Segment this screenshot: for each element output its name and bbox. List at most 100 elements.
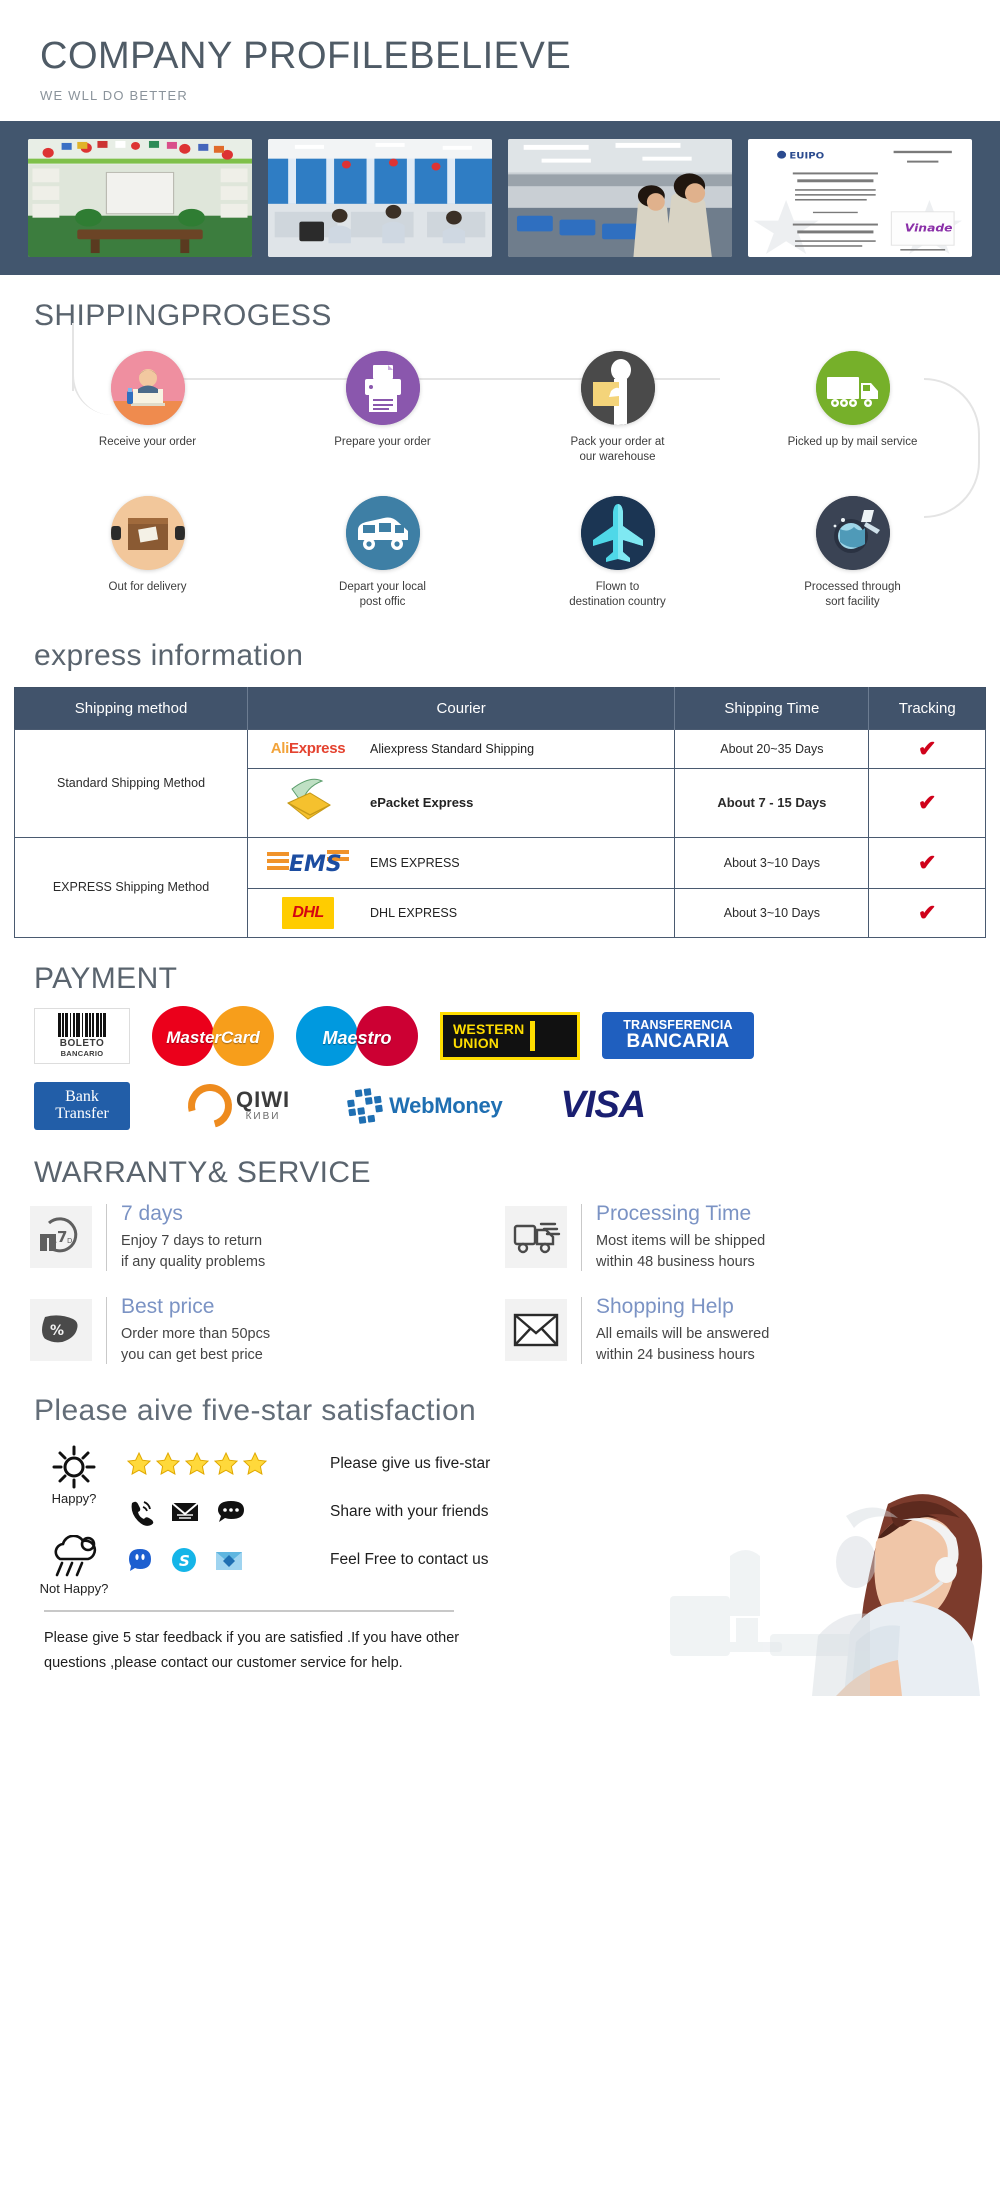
cell-shipping-method: EXPRESS Shipping Method [13, 836, 249, 938]
svg-text:EUIPO: EUIPO [789, 151, 824, 161]
boleto-line-1: BOLETO [59, 1038, 105, 1050]
express-information-title: express information [34, 638, 304, 672]
svg-text:Vinade: Vinade [905, 221, 953, 234]
cell-shipping-time: About 3~10 Days [674, 836, 870, 889]
courier-name: ePacket Express [370, 795, 474, 811]
warranty-item: Shopping Help All emails will be answere… [505, 1295, 970, 1366]
discount-percent-icon: % [30, 1299, 92, 1362]
svg-text:7: 7 [57, 1228, 67, 1246]
warranty-line-2: within 48 business hours [596, 1253, 755, 1270]
share-icons[interactable] [126, 1498, 316, 1526]
transferencia-bancaria-logo: TRANSFERENCIA BANCARIA [602, 1010, 754, 1062]
check-icon: ✔ [918, 789, 937, 815]
van-icon [345, 495, 420, 570]
sun-icon [52, 1445, 96, 1489]
divider [106, 1296, 107, 1364]
check-icon: ✔ [918, 849, 937, 875]
column-header-courier: Courier [247, 687, 676, 730]
cell-shipping-time: About 7 - 15 Days [674, 767, 870, 838]
chat-icon [218, 1500, 244, 1522]
transferencia-line-2: BANCARIA [626, 1031, 730, 1053]
seven-days-return-icon: 7 D [30, 1206, 92, 1269]
warranty-item: 7 D 7 days Enjoy 7 days to return if any… [30, 1202, 495, 1273]
showroom-photo [28, 138, 252, 257]
boleto-bancario-logo: BOLETO BANCARIO [34, 1007, 130, 1064]
bank-transfer-line-2: Transfer [55, 1104, 109, 1122]
star-icon [126, 1451, 152, 1475]
shipping-step: Pack your order at our warehouse [500, 350, 735, 466]
western-union-line-1: WESTERN [453, 1020, 525, 1037]
shipping-progress-diagram: Receive your order Prepare your order Pa… [0, 322, 1000, 615]
courier-name: DHL EXPRESS [370, 905, 458, 920]
skype-icon: S [172, 1547, 196, 1572]
divider [44, 1609, 454, 1612]
cell-tracking: ✔ [868, 767, 986, 838]
warranty-line-2: if any quality problems [121, 1253, 266, 1270]
transferencia-line-1: TRANSFERENCIA [623, 1018, 733, 1033]
aliexpress-logo-ali: Ali [270, 740, 290, 758]
contact-icons[interactable]: S [126, 1546, 316, 1574]
cell-tracking: ✔ [868, 887, 986, 938]
warranty-line-2: within 24 business hours [596, 1346, 755, 1363]
dhl-logo-text: DHL [282, 896, 334, 929]
qiwi-line-1: QIWI [236, 1087, 291, 1113]
boleto-line-2: BANCARIO [60, 1049, 104, 1059]
email-blue-icon [216, 1551, 242, 1570]
mood-label: Happy? [51, 1491, 97, 1507]
feedback-content: Happy? Not Happy? Please give us five-st… [0, 1436, 1000, 1675]
mood-label: Not Happy? [39, 1581, 109, 1597]
mood-happy: Happy? [22, 1440, 126, 1512]
feedback-footer: Please give 5 star feedback if you are s… [22, 1626, 1000, 1675]
column-header-tracking: Tracking [868, 687, 986, 730]
warranty-line-1: Order more than 50pcs [121, 1325, 271, 1342]
check-icon: ✔ [918, 899, 937, 925]
divider [106, 1203, 107, 1271]
webmoney-label: WebMoney [389, 1092, 503, 1118]
star-rating[interactable] [126, 1451, 316, 1477]
warranty-title: WARRANTY& SERVICE [34, 1155, 371, 1189]
barcode-icon [57, 1013, 107, 1038]
shipping-steps-row-2: Out for delivery Depart your local post … [0, 377, 1000, 611]
maestro-logo: Maestro [296, 1005, 418, 1066]
column-header-shipping-time: Shipping Time [674, 687, 870, 730]
courier-name: Aliexpress Standard Shipping [370, 741, 535, 756]
warranty-heading: Processing Time [596, 1201, 752, 1225]
western-union-logo: WESTERN UNION [440, 1010, 580, 1062]
qiwi-logo: QIWI КИВИ [179, 1075, 291, 1136]
svg-text:%: % [50, 1323, 64, 1339]
svg-text:D: D [67, 1237, 72, 1245]
certificate-photo: EUIPO Vinade [748, 138, 972, 257]
packing-worker-icon [580, 350, 655, 425]
warranty-grid: 7 D 7 days Enjoy 7 days to return if any… [0, 1198, 1000, 1366]
shipping-step: Processed through sort facility [735, 495, 970, 611]
aliexpress-logo: AliExpress [260, 740, 356, 757]
qiwi-line-2: КИВИ [245, 1111, 281, 1123]
feedback-footer-line-1: Please give 5 star feedback if you are s… [44, 1629, 460, 1646]
divider [581, 1203, 582, 1271]
table-header-row: Shipping method Courier Shipping Time Tr… [14, 687, 986, 730]
aliexpress-logo-express: Express [289, 740, 346, 758]
warranty-row-2: % Best price Order more than 50pcs you c… [30, 1295, 970, 1366]
mood-not-happy: Not Happy? [22, 1530, 126, 1602]
column-header-shipping-method: Shipping method [14, 687, 249, 730]
warranty-line-1: All emails will be answered [596, 1325, 770, 1342]
bank-transfer-logo: Bank Transfer [34, 1080, 130, 1132]
shipping-step-label: Flown to destination country [569, 580, 666, 609]
svg-text:S: S [179, 1552, 190, 1570]
delivery-truck-icon [505, 1206, 567, 1269]
check-icon: ✔ [918, 735, 937, 761]
shipping-step: Flown to destination country [500, 495, 735, 611]
epacket-logo [260, 777, 356, 829]
cell-shipping-method: Standard Shipping Method [13, 728, 249, 838]
star-icon [184, 1451, 210, 1475]
webmoney-logo: WebMoney [345, 1080, 503, 1132]
table-row: Standard Shipping Method AliExpress Alie… [13, 728, 986, 838]
warranty-item: % Best price Order more than 50pcs you c… [30, 1295, 495, 1366]
visa-label: VISA [560, 1084, 646, 1127]
warranty-line-2: you can get best price [121, 1346, 263, 1363]
cell-shipping-time: About 3~10 Days [674, 887, 870, 938]
bank-transfer-line-1: Bank [65, 1088, 99, 1106]
messenger-icon [129, 1548, 151, 1571]
shipping-steps-row-1: Receive your order Prepare your order Pa… [0, 350, 1000, 466]
shipping-step-label: Picked up by mail service [787, 435, 918, 448]
